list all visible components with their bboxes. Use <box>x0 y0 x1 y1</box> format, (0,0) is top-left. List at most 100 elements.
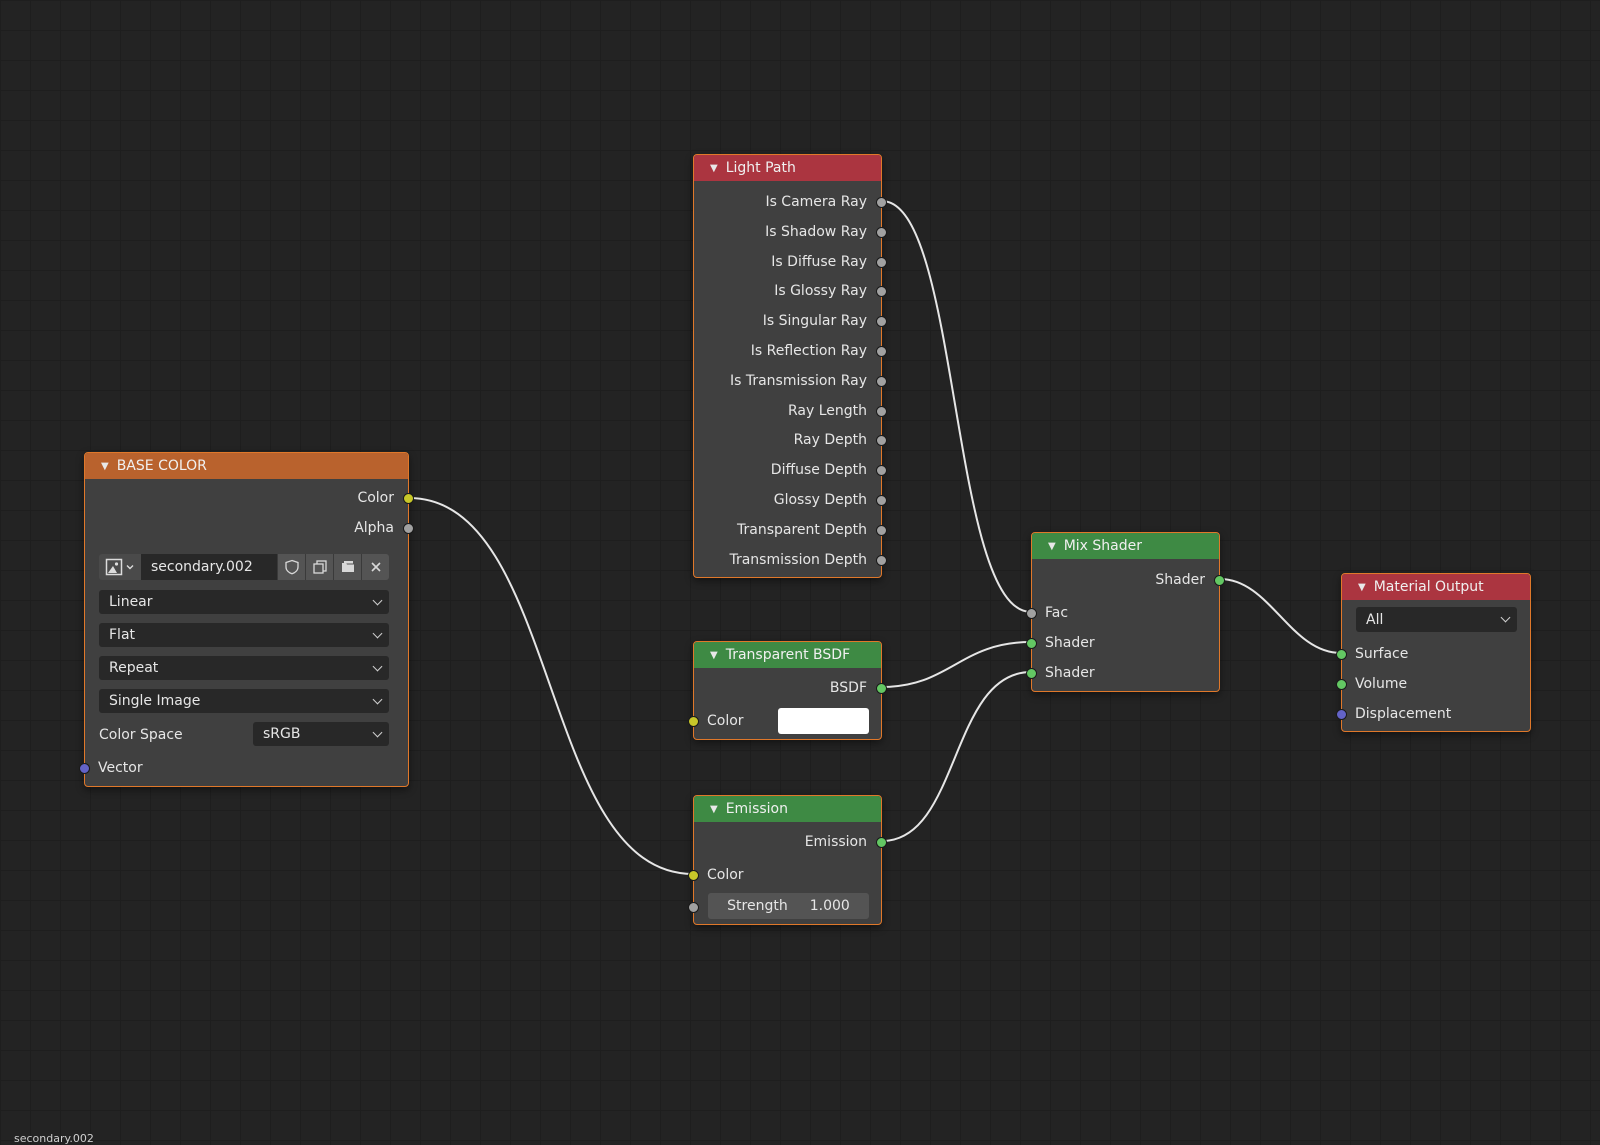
node-transparent-bsdf[interactable]: ▼ Transparent BSDF BSDF Color <box>688 641 887 740</box>
socket-output-bsdf[interactable] <box>876 683 887 694</box>
socket-label: Transparent Depth <box>737 521 867 538</box>
interpolation-dropdown[interactable]: Linear <box>99 590 389 614</box>
output-alpha: Alpha <box>85 517 414 539</box>
socket-output[interactable] <box>876 405 887 417</box>
collapse-arrow-icon[interactable]: ▼ <box>710 804 718 815</box>
socket-output[interactable] <box>876 524 887 536</box>
output-row: Glossy Depth <box>694 489 887 511</box>
input-fac: Fac <box>1026 602 1219 624</box>
output-row: Is Camera Ray <box>694 191 887 213</box>
dropdown-value: sRGB <box>263 726 301 742</box>
socket-input-color[interactable] <box>688 870 699 881</box>
socket-input-shader-1[interactable] <box>1026 638 1037 649</box>
link-emission-to-shader2 <box>881 671 1032 842</box>
node-title: Light Path <box>725 160 796 176</box>
field-label: Strength <box>727 898 788 914</box>
socket-label: Ray Depth <box>793 432 867 449</box>
collapse-arrow-icon[interactable]: ▼ <box>1048 541 1056 552</box>
projection-dropdown[interactable]: Flat <box>99 623 389 647</box>
link-camera-ray-to-fac <box>881 200 1032 613</box>
socket-label: Transmission Depth <box>729 551 867 568</box>
output-shader: Shader <box>1032 569 1225 591</box>
socket-output[interactable] <box>876 495 887 506</box>
collapse-arrow-icon[interactable]: ▼ <box>101 461 109 472</box>
socket-output[interactable] <box>876 435 887 447</box>
socket-output[interactable] <box>876 316 887 328</box>
socket-label: Volume <box>1355 676 1408 692</box>
output-row: Transparent Depth <box>694 519 887 541</box>
output-bsdf: BSDF <box>694 677 887 699</box>
target-dropdown[interactable]: All <box>1356 607 1517 632</box>
socket-output-emission[interactable] <box>876 837 887 848</box>
field-value: 1.000 <box>809 898 850 914</box>
socket-input-fac[interactable] <box>1026 608 1037 619</box>
dropdown-value: Single Image <box>109 693 201 709</box>
output-color: Color <box>85 487 414 509</box>
socket-label: Glossy Depth <box>773 492 867 508</box>
node-header[interactable]: ▼ BASE COLOR <box>85 453 408 479</box>
socket-label: Ray Length <box>787 402 867 419</box>
collapse-arrow-icon[interactable]: ▼ <box>710 650 718 661</box>
socket-output-shader[interactable] <box>1214 575 1225 586</box>
node-base-color[interactable]: ▼ BASE COLOR Color Alpha secondary.002 L… <box>79 452 414 787</box>
node-header[interactable]: ▼ Light Path <box>694 155 881 181</box>
socket-label: Emission <box>804 834 867 850</box>
socket-output[interactable] <box>876 197 887 208</box>
duplicate-button[interactable] <box>305 554 333 580</box>
output-row: Is Transmission Ray <box>694 370 887 392</box>
dropdown-value: Repeat <box>109 660 159 676</box>
image-name-field[interactable]: secondary.002 <box>141 554 277 580</box>
socket-input-shader-2[interactable] <box>1026 668 1037 679</box>
node-header[interactable]: ▼ Material Output <box>1342 574 1530 600</box>
chevron-down-icon <box>372 727 383 738</box>
open-image-button[interactable] <box>333 554 361 580</box>
color-swatch[interactable] <box>778 708 869 734</box>
output-row: Is Glossy Ray <box>694 280 887 302</box>
node-header[interactable]: ▼ Emission <box>694 796 881 822</box>
node-title: Transparent BSDF <box>725 647 851 663</box>
input-shader-1: Shader <box>1026 632 1219 654</box>
node-title: Emission <box>725 801 788 817</box>
socket-output[interactable] <box>876 226 887 238</box>
socket-label: Color <box>707 867 744 883</box>
collapse-arrow-icon[interactable]: ▼ <box>710 163 718 174</box>
extension-dropdown[interactable]: Repeat <box>99 656 389 680</box>
socket-input-color[interactable] <box>688 716 699 727</box>
collapse-arrow-icon[interactable]: ▼ <box>1358 582 1366 593</box>
unlink-button[interactable] <box>361 554 389 580</box>
socket-output-color[interactable] <box>403 493 414 504</box>
socket-output[interactable] <box>876 375 887 387</box>
dropdown-value: All <box>1366 611 1384 628</box>
node-emission[interactable]: ▼ Emission Emission Color Strength 1.000 <box>688 795 887 925</box>
color-space-dropdown[interactable]: sRGB <box>253 722 389 746</box>
source-dropdown[interactable]: Single Image <box>99 689 389 713</box>
fake-user-button[interactable] <box>277 554 305 580</box>
socket-input-strength[interactable] <box>688 902 699 913</box>
socket-input-vector[interactable] <box>79 763 90 774</box>
strength-field[interactable]: Strength 1.000 <box>708 893 869 919</box>
socket-output[interactable] <box>876 346 887 357</box>
socket-output[interactable] <box>876 256 887 268</box>
socket-label: Shader <box>1045 665 1095 681</box>
input-volume: Volume <box>1336 673 1530 695</box>
socket-output[interactable] <box>876 286 887 298</box>
image-browse-button[interactable] <box>99 554 141 580</box>
socket-input-surface[interactable] <box>1336 649 1347 660</box>
socket-input-volume[interactable] <box>1336 679 1347 690</box>
socket-label: Is Camera Ray <box>765 194 867 210</box>
socket-output[interactable] <box>876 554 887 566</box>
socket-input-displacement[interactable] <box>1336 709 1347 720</box>
socket-output-alpha[interactable] <box>403 523 414 534</box>
input-vector: Vector <box>79 757 408 779</box>
node-material-output[interactable]: ▼ Material Output All Surface Volume Dis… <box>1336 573 1531 732</box>
node-mix-shader[interactable]: ▼ Mix Shader Shader Fac Shader Shader <box>1026 532 1225 692</box>
output-row: Ray Depth <box>694 429 887 451</box>
node-header[interactable]: ▼ Transparent BSDF <box>694 642 881 668</box>
input-shader-2: Shader <box>1026 662 1219 684</box>
shield-icon <box>284 559 299 575</box>
node-header[interactable]: ▼ Mix Shader <box>1032 533 1219 559</box>
node-title: Material Output <box>1373 579 1484 595</box>
socket-label: Is Glossy Ray <box>774 283 867 300</box>
socket-output[interactable] <box>876 465 887 477</box>
node-light-path[interactable]: ▼ Light Path Is Camera Ray Is Shadow Ray I… <box>693 154 887 578</box>
